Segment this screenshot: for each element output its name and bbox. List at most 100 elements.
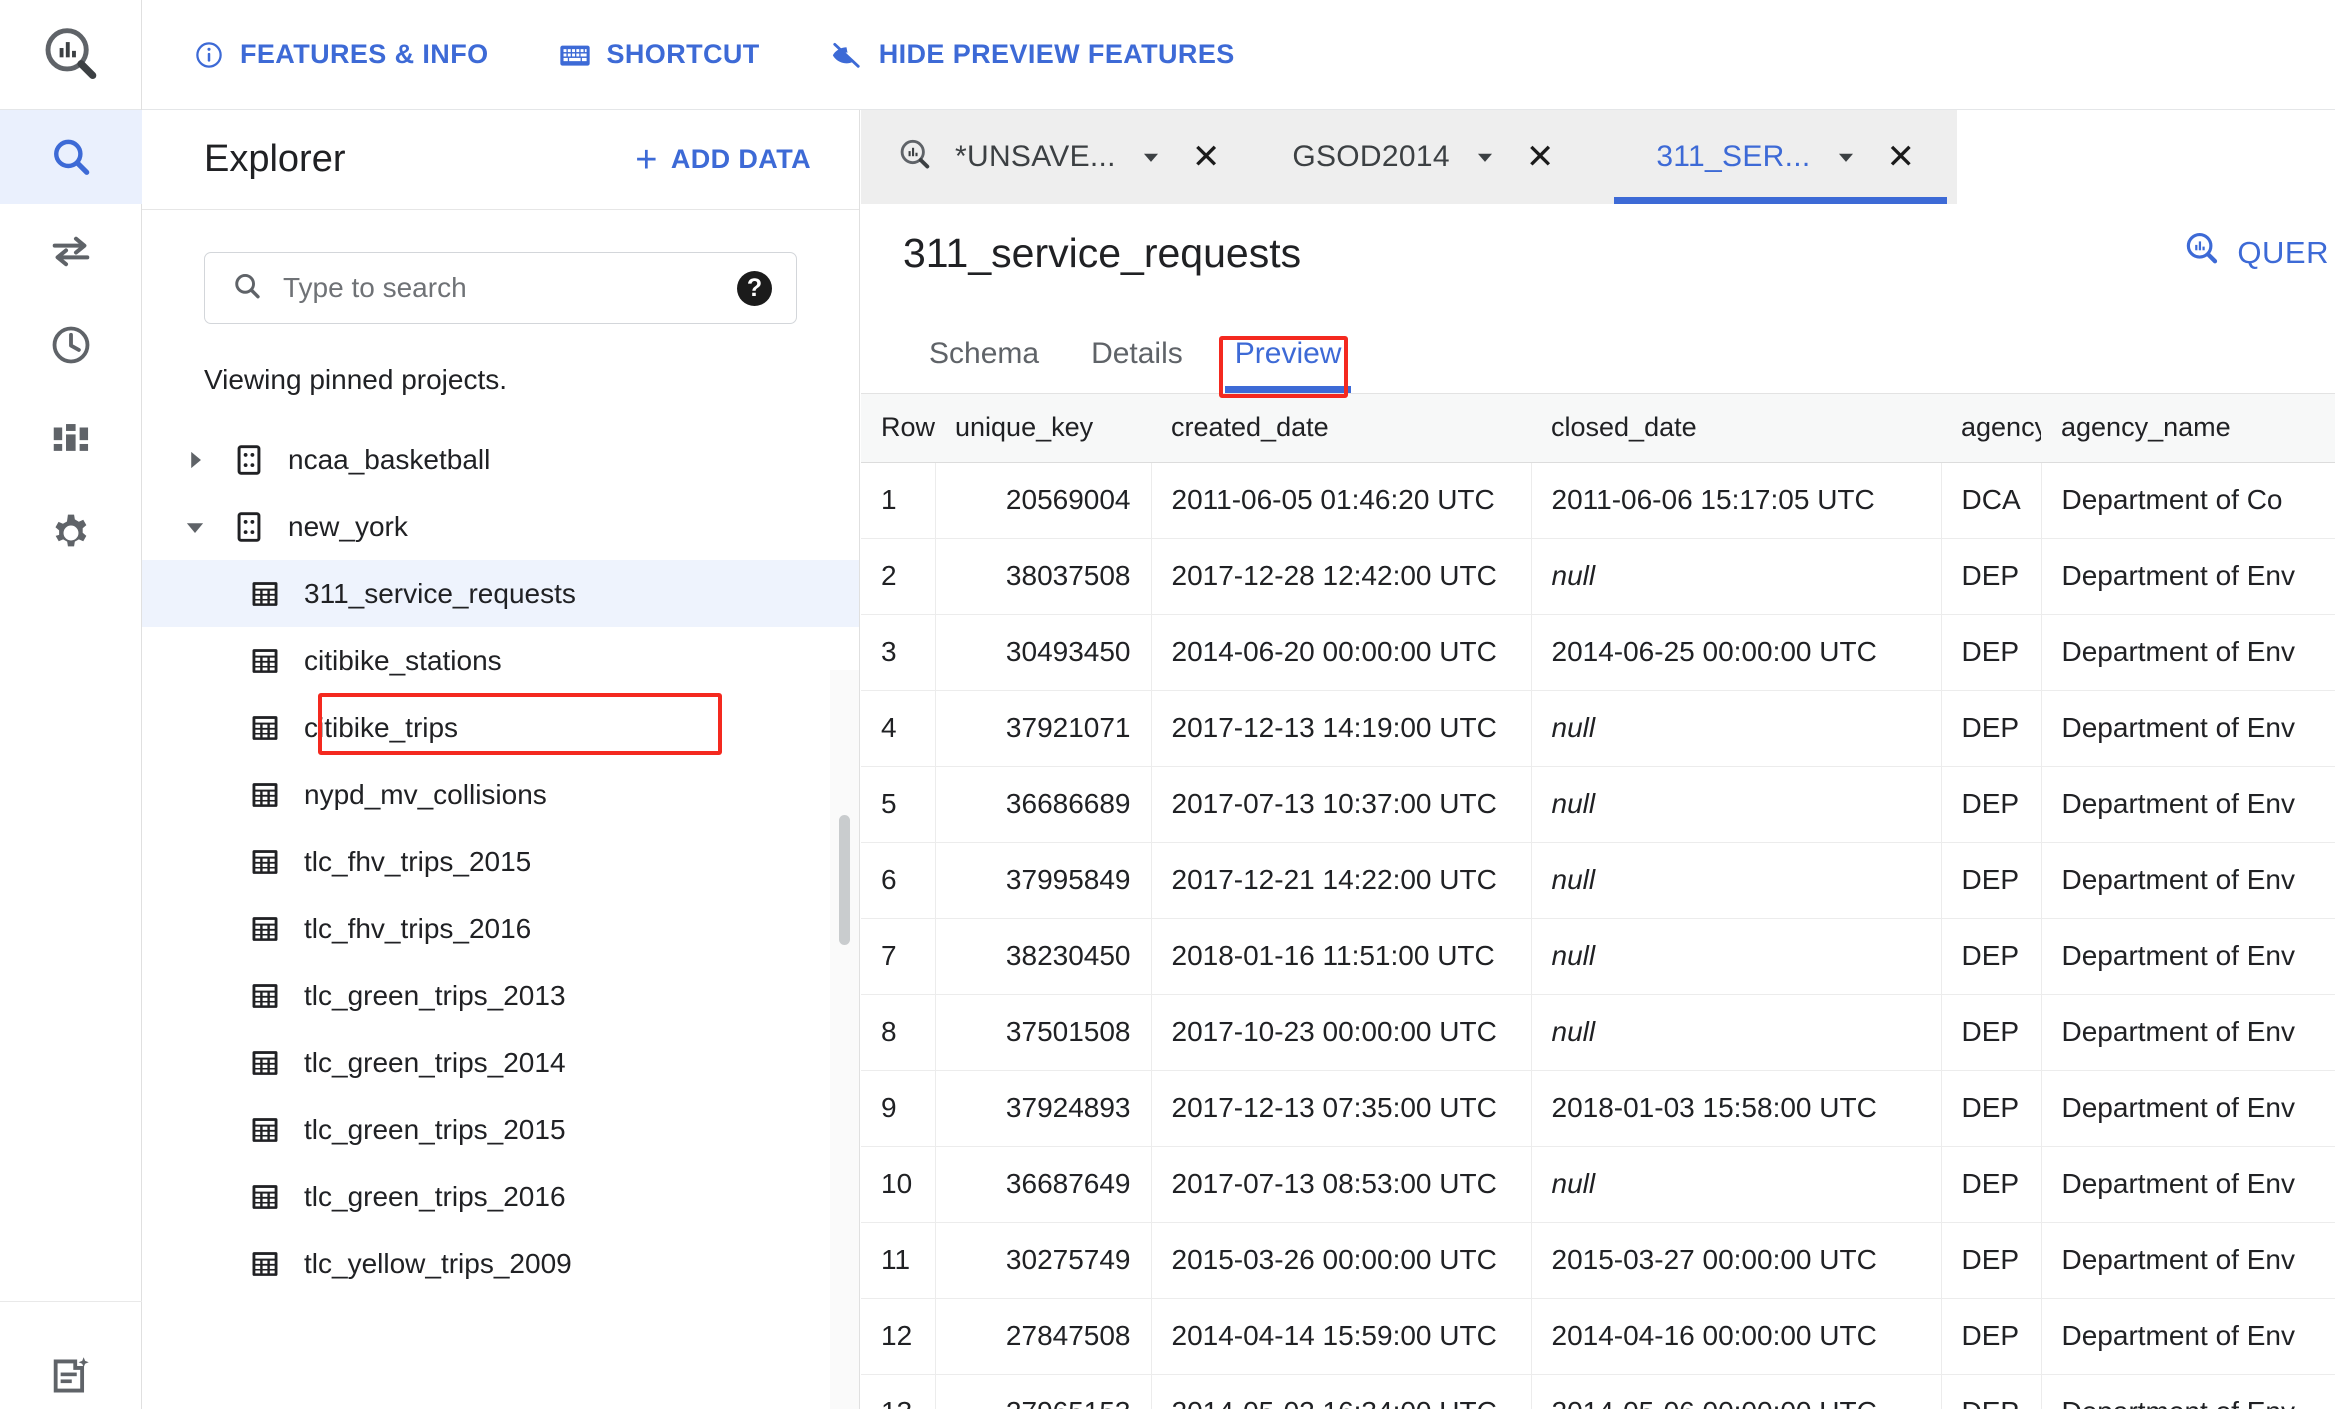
tree-item-new_york[interactable]: new_york bbox=[142, 493, 859, 560]
tree-item-tlc_green_trips_2014[interactable]: tlc_green_trips_2014 bbox=[142, 1029, 859, 1096]
tree-item-tlc_fhv_trips_2016[interactable]: tlc_fhv_trips_2016 bbox=[142, 895, 859, 962]
hide-preview-features-button[interactable]: HIDE PREVIEW FEATURES bbox=[830, 39, 1235, 70]
cell-created_date: 2015-03-26 00:00:00 UTC bbox=[1151, 1222, 1532, 1299]
cell-row: 5 bbox=[861, 766, 936, 843]
query-workspace: *UNSAVE... ✕ GSOD2014 ✕ 311_SER... ✕ 311… bbox=[861, 110, 2335, 1409]
tree-item-citibike_stations[interactable]: citibike_stations bbox=[142, 627, 859, 694]
query-button[interactable]: QUER bbox=[2183, 230, 2335, 276]
cell-closed_date: null bbox=[1531, 994, 1942, 1071]
tree-item-ncaa_basketball[interactable]: ncaa_basketball bbox=[142, 426, 859, 493]
cell-agency_name: Department of Env bbox=[2041, 1374, 2335, 1409]
rail-item-search[interactable] bbox=[0, 110, 142, 204]
table-icon bbox=[248, 1247, 282, 1281]
cell-closed_date: 2015-03-27 00:00:00 UTC bbox=[1531, 1222, 1942, 1299]
features-and-info-button[interactable]: FEATURES & INFO bbox=[194, 39, 489, 70]
column-header-created_date[interactable]: created_date bbox=[1151, 394, 1531, 463]
shortcut-button[interactable]: SHORTCUT bbox=[559, 39, 760, 70]
table-header-row: Row unique_key created_date closed_date … bbox=[861, 394, 2335, 463]
close-icon[interactable]: ✕ bbox=[1520, 140, 1561, 174]
rail-item-analytics[interactable] bbox=[0, 392, 142, 486]
tree-item-tlc_yellow_trips_2009[interactable]: tlc_yellow_trips_2009 bbox=[142, 1230, 859, 1297]
cell-row: 1 bbox=[861, 462, 936, 539]
column-header-closed_date[interactable]: closed_date bbox=[1531, 394, 1941, 463]
cell-unique_key: 27965153 bbox=[935, 1374, 1152, 1409]
preview-table-wrap: Row unique_key created_date closed_date … bbox=[861, 394, 2335, 1409]
bigquery-console: FEATURES & INFO SHORTCUT HIDE PREVIEW FE… bbox=[0, 0, 2335, 1409]
tree-item-311_service_requests[interactable]: 311_service_requests bbox=[142, 560, 859, 627]
cell-created_date: 2017-12-21 14:22:00 UTC bbox=[1151, 842, 1532, 919]
query-tab-unsaved[interactable]: *UNSAVE... ✕ bbox=[861, 110, 1257, 204]
tab-details[interactable]: Details bbox=[1065, 337, 1209, 393]
tree-item-label: tlc_green_trips_2015 bbox=[304, 1113, 566, 1145]
table-row[interactable]: 11 30275749 2015-03-26 00:00:00 UTC 2015… bbox=[861, 1222, 2335, 1299]
chevron-down-icon[interactable] bbox=[1472, 144, 1498, 170]
query-tab-311-service-requests[interactable]: 311_SER... ✕ bbox=[1590, 110, 1958, 204]
table-row[interactable]: 1 20569004 2011-06-05 01:46:20 UTC 2011-… bbox=[861, 462, 2335, 539]
rail-item-history[interactable] bbox=[0, 298, 142, 392]
table-row[interactable]: 8 37501508 2017-10-23 00:00:00 UTC null … bbox=[861, 994, 2335, 1071]
cell-agency: DEP bbox=[1941, 690, 2042, 767]
rail-item-settings[interactable] bbox=[0, 486, 142, 580]
cell-agency: DEP bbox=[1941, 766, 2042, 843]
table-row[interactable]: 12 27847508 2014-04-14 15:59:00 UTC 2014… bbox=[861, 1298, 2335, 1375]
table-row[interactable]: 2 38037508 2017-12-28 12:42:00 UTC null … bbox=[861, 538, 2335, 615]
cell-row: 7 bbox=[861, 918, 936, 995]
table-row[interactable]: 3 30493450 2014-06-20 00:00:00 UTC 2014-… bbox=[861, 614, 2335, 691]
query-button-label: QUER bbox=[2237, 235, 2329, 270]
table-icon bbox=[248, 1113, 282, 1147]
tree-item-label: tlc_fhv_trips_2015 bbox=[304, 845, 532, 877]
gear-icon bbox=[55, 514, 87, 547]
chevron-down-icon[interactable] bbox=[1833, 144, 1859, 170]
column-header-row[interactable]: Row bbox=[861, 394, 935, 463]
table-row[interactable]: 5 36686689 2017-07-13 10:37:00 UTC null … bbox=[861, 766, 2335, 843]
cell-agency: DEP bbox=[1941, 842, 2042, 919]
explorer-scrollbar-thumb[interactable] bbox=[839, 815, 850, 945]
rail-item-transfers[interactable] bbox=[0, 204, 142, 298]
close-icon[interactable]: ✕ bbox=[1881, 140, 1922, 174]
tree-item-label: tlc_green_trips_2013 bbox=[304, 979, 566, 1011]
search-input[interactable]: Type to search ? bbox=[204, 252, 797, 324]
table-row[interactable]: 4 37921071 2017-12-13 14:19:00 UTC null … bbox=[861, 690, 2335, 767]
table-row[interactable]: 13 27965153 2014-05-02 16:34:00 UTC 2014… bbox=[861, 1374, 2335, 1409]
table-row[interactable]: 7 38230450 2018-01-16 11:51:00 UTC null … bbox=[861, 918, 2335, 995]
query-tab-gsod2014[interactable]: GSOD2014 ✕ bbox=[1256, 110, 1591, 204]
tab-preview[interactable]: Preview bbox=[1209, 337, 1368, 393]
tree-item-tlc_green_trips_2015[interactable]: tlc_green_trips_2015 bbox=[142, 1096, 859, 1163]
rail-item-notes[interactable] bbox=[0, 1301, 142, 1409]
add-data-button[interactable]: + ADD DATA bbox=[635, 141, 811, 179]
tree-item-tlc_green_trips_2013[interactable]: tlc_green_trips_2013 bbox=[142, 962, 859, 1029]
tree-item-label: citibike_stations bbox=[304, 644, 502, 676]
question-mark-icon[interactable]: ? bbox=[737, 270, 772, 306]
tab-schema[interactable]: Schema bbox=[903, 337, 1065, 393]
close-icon[interactable]: ✕ bbox=[1186, 140, 1227, 174]
cell-row: 6 bbox=[861, 842, 936, 919]
query-tab-label: GSOD2014 bbox=[1292, 140, 1450, 173]
chevron-right-icon[interactable] bbox=[172, 447, 218, 473]
column-header-agency[interactable]: agency bbox=[1941, 394, 2041, 463]
chevron-down-icon[interactable] bbox=[172, 514, 218, 540]
explorer-panel: Explorer + ADD DATA Type to search ? Vie… bbox=[142, 110, 860, 1409]
bigquery-logo[interactable] bbox=[0, 0, 142, 110]
cell-agency: DEP bbox=[1941, 994, 2042, 1071]
table-row[interactable]: 10 36687649 2017-07-13 08:53:00 UTC null… bbox=[861, 1146, 2335, 1223]
table-row[interactable]: 6 37995849 2017-12-21 14:22:00 UTC null … bbox=[861, 842, 2335, 919]
chevron-down-icon[interactable] bbox=[1138, 144, 1164, 170]
column-header-unique_key[interactable]: unique_key bbox=[935, 394, 1151, 463]
cell-unique_key: 36687649 bbox=[935, 1146, 1152, 1223]
cell-unique_key: 36686689 bbox=[935, 766, 1152, 843]
tree-item-nypd_mv_collisions[interactable]: nypd_mv_collisions bbox=[142, 761, 859, 828]
cell-agency_name: Department of Env bbox=[2041, 1070, 2335, 1147]
tree-item-label: citibike_trips bbox=[304, 711, 459, 743]
tree-item-label: nypd_mv_collisions bbox=[304, 778, 547, 810]
search-icon bbox=[54, 139, 90, 175]
cell-created_date: 2014-05-02 16:34:00 UTC bbox=[1151, 1374, 1532, 1409]
explorer-header: Explorer + ADD DATA bbox=[142, 110, 859, 210]
tree-item-citibike_trips[interactable]: citibike_trips bbox=[142, 694, 859, 761]
tree-item-tlc_fhv_trips_2015[interactable]: tlc_fhv_trips_2015 bbox=[142, 828, 859, 895]
tree-item-tlc_green_trips_2016[interactable]: tlc_green_trips_2016 bbox=[142, 1163, 859, 1230]
explorer-title: Explorer bbox=[204, 138, 346, 180]
column-header-agency_name[interactable]: agency_name bbox=[2041, 394, 2335, 463]
explorer-tree: ncaa_basketball new_york 311_service_req… bbox=[142, 396, 859, 1297]
table-row[interactable]: 9 37924893 2017-12-13 07:35:00 UTC 2018-… bbox=[861, 1070, 2335, 1147]
cell-created_date: 2017-12-28 12:42:00 UTC bbox=[1151, 538, 1532, 615]
